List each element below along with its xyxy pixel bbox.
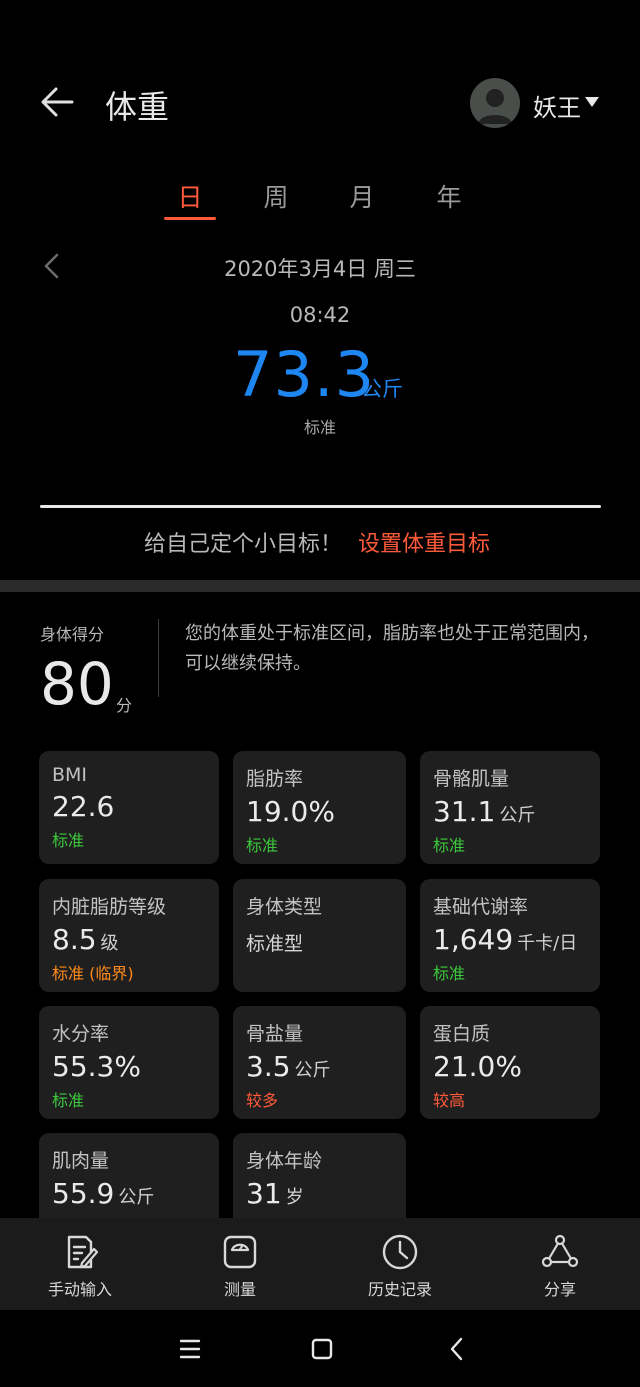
- metric-value: 21.0%: [433, 1050, 522, 1083]
- user-silhouette-icon: [478, 89, 512, 124]
- metric-status: 较多: [246, 1091, 279, 1110]
- metric-name: 水分率: [52, 1023, 110, 1045]
- scale-icon: [223, 1235, 257, 1269]
- tab-year[interactable]: 年: [419, 178, 479, 214]
- tab-month[interactable]: 月: [332, 178, 392, 214]
- metric-value: 8.5: [52, 923, 97, 956]
- metric-status: 标准 (临界): [52, 964, 134, 983]
- metric-name: 肌肉量: [52, 1150, 110, 1172]
- action-label: 手动输入: [47, 1280, 112, 1299]
- body-score-value: 80: [40, 650, 114, 718]
- clock-icon: [382, 1234, 418, 1270]
- metric-card-water[interactable]: 水分率 55.3% 标准: [39, 1006, 219, 1119]
- metric-unit: 公斤: [118, 1187, 155, 1208]
- chevron-left-icon: [450, 1337, 463, 1361]
- metric-value: 3.5: [246, 1050, 291, 1083]
- action-label: 历史记录: [367, 1280, 432, 1299]
- metric-unit: 级: [100, 933, 119, 954]
- metric-unit: 公斤: [294, 1060, 331, 1081]
- bottom-action-bar: 手动输入 测量 历史记录 分享: [0, 1218, 640, 1310]
- metric-status: 标准: [246, 836, 279, 855]
- menu-icon: [179, 1339, 201, 1359]
- metric-value: 55.3%: [52, 1050, 141, 1083]
- metric-name: 身体类型: [246, 896, 323, 918]
- avatar[interactable]: [470, 78, 520, 128]
- weight-progress-line: [40, 505, 601, 508]
- share-icon: [541, 1234, 579, 1268]
- metric-value: 31.1: [433, 795, 496, 828]
- metric-unit: 公斤: [499, 805, 536, 826]
- measure-button[interactable]: 测量: [160, 1218, 320, 1310]
- home-button[interactable]: [302, 1332, 342, 1366]
- metric-card-bmi[interactable]: BMI 22.6 标准: [39, 751, 219, 864]
- system-back-button[interactable]: [437, 1332, 477, 1366]
- arrow-left-icon: [41, 87, 74, 117]
- metric-name: 身体年龄: [246, 1150, 323, 1172]
- body-score-description: 您的体重处于标准区间，脂肪率也处于正常范围内，可以继续保持。: [185, 623, 599, 674]
- user-name[interactable]: 妖王: [533, 88, 581, 123]
- action-label: 测量: [223, 1280, 256, 1299]
- weight-unit: 公斤: [361, 377, 403, 401]
- reading-date: 2020年3月4日 周三: [224, 257, 416, 281]
- chevron-down-icon[interactable]: [585, 97, 599, 107]
- back-button[interactable]: [36, 80, 80, 124]
- metric-value: 22.6: [52, 790, 115, 823]
- body-score-label: 身体得分: [40, 625, 105, 644]
- metric-card-body-fat[interactable]: 脂肪率 19.0% 标准: [233, 751, 406, 864]
- tab-active-indicator: [164, 217, 216, 220]
- metric-unit: 千卡/日: [517, 933, 578, 954]
- weight-status: 标准: [303, 418, 336, 437]
- metric-value: 标准型: [246, 933, 304, 955]
- metric-card-bone-mineral[interactable]: 骨盐量 3.5 公斤 较多: [233, 1006, 406, 1119]
- metric-value: 1,649: [433, 923, 514, 956]
- recents-button[interactable]: [170, 1332, 210, 1366]
- metric-name: 蛋白质: [433, 1023, 491, 1045]
- metric-card-body-type[interactable]: 身体类型 标准型: [233, 879, 406, 992]
- metric-status: 标准: [433, 836, 466, 855]
- manual-input-icon: [67, 1235, 99, 1269]
- tab-day[interactable]: 日: [160, 178, 220, 214]
- system-navigation-bar: [0, 1310, 640, 1387]
- metric-card-skeletal-muscle[interactable]: 骨骼肌量 31.1 公斤 标准: [420, 751, 600, 864]
- score-separator: [158, 619, 159, 697]
- action-label: 分享: [543, 1280, 576, 1299]
- metric-status: 较高: [433, 1091, 466, 1110]
- metric-name: 骨盐量: [246, 1023, 304, 1045]
- metric-card-visceral-fat[interactable]: 内脏脂肪等级 8.5 级 标准 (临界): [39, 879, 219, 992]
- metric-value: 55.9: [52, 1177, 115, 1210]
- history-button[interactable]: 历史记录: [320, 1218, 480, 1310]
- metric-card-bmr[interactable]: 基础代谢率 1,649 千卡/日 标准: [420, 879, 600, 992]
- weight-value: 73.3: [233, 338, 376, 411]
- metric-unit: 岁: [285, 1187, 304, 1208]
- metric-name: 骨骼肌量: [433, 768, 510, 790]
- page-title: 体重: [105, 88, 170, 126]
- metric-status: 标准: [52, 831, 85, 850]
- reading-time: 08:42: [289, 303, 351, 327]
- set-weight-goal-link[interactable]: 设置体重目标: [358, 526, 490, 558]
- metric-name: 基础代谢率: [433, 896, 529, 918]
- goal-prompt: 给自己定个小目标！: [144, 532, 343, 557]
- square-icon: [311, 1338, 333, 1360]
- metric-status: 标准: [52, 1091, 85, 1110]
- section-divider: [0, 580, 640, 592]
- tab-week[interactable]: 周: [246, 178, 306, 214]
- metric-status: 标准: [433, 964, 466, 983]
- manual-input-button[interactable]: 手动输入: [0, 1218, 160, 1310]
- metric-name: 脂肪率: [246, 768, 304, 790]
- body-score-unit: 分: [116, 696, 133, 715]
- metric-value: 19.0%: [246, 795, 335, 828]
- metric-name: 内脏脂肪等级: [52, 896, 167, 918]
- metric-name: BMI: [52, 764, 88, 786]
- metric-value: 31: [246, 1177, 282, 1210]
- share-button[interactable]: 分享: [480, 1218, 640, 1310]
- metric-card-protein[interactable]: 蛋白质 21.0% 较高: [420, 1006, 600, 1119]
